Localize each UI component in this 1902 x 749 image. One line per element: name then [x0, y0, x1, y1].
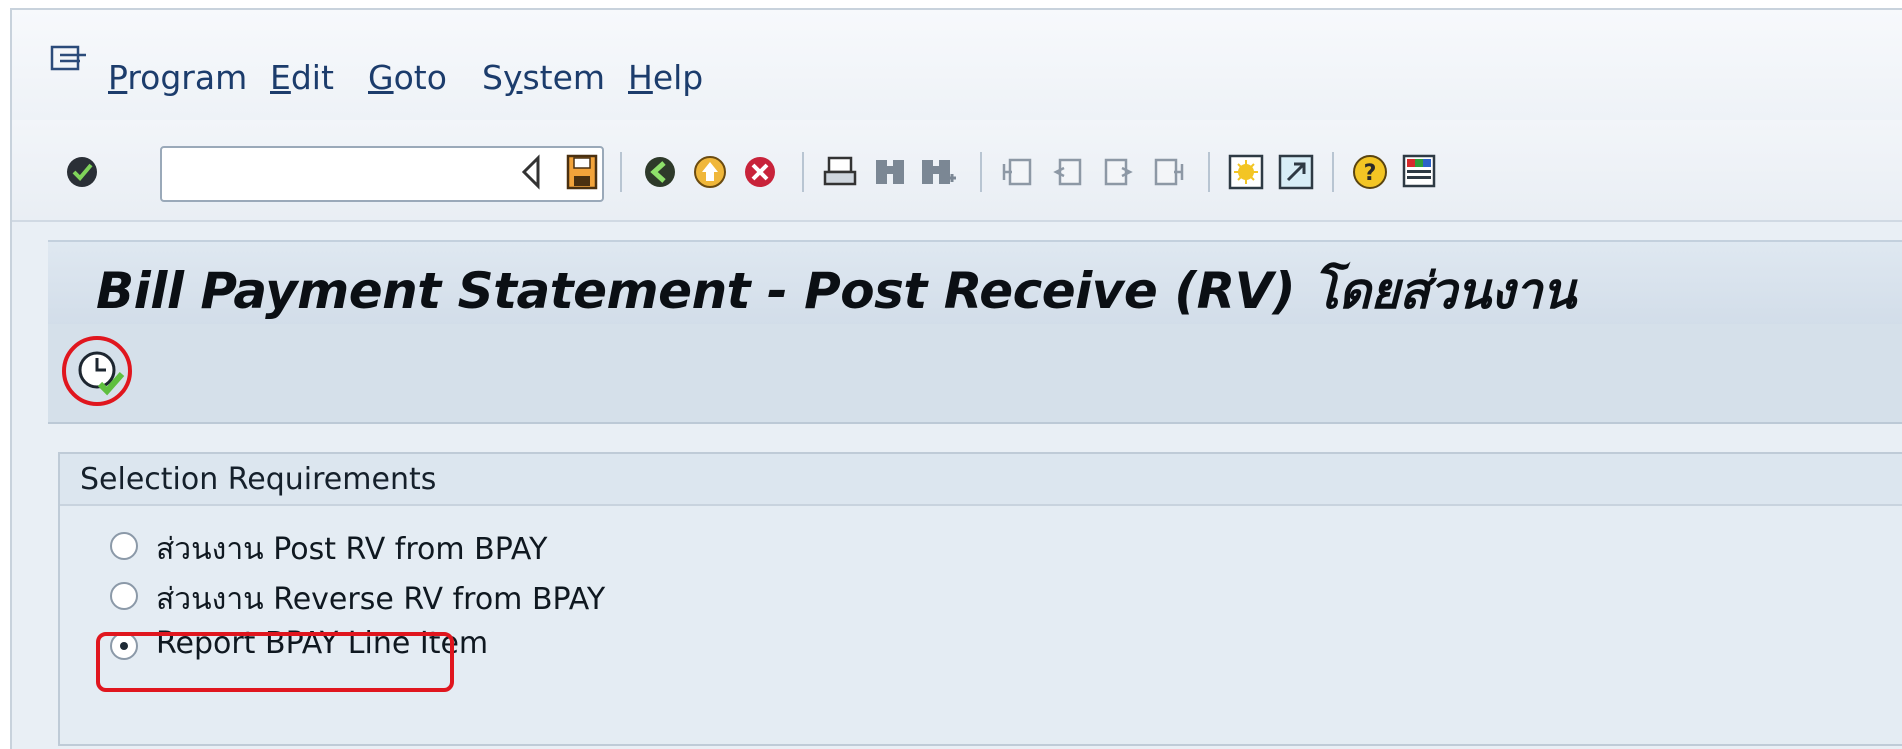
application-toolbar [48, 324, 1902, 424]
toolbar-separator [802, 152, 804, 192]
save-icon[interactable] [562, 150, 602, 194]
menu-bar: Program Edit Goto System Help [12, 10, 1902, 120]
menu-goto-label: oto [393, 58, 447, 97]
menu-help-label: elp [652, 58, 704, 97]
group-title: Selection Requirements [80, 462, 437, 497]
radio-button[interactable] [110, 582, 138, 610]
radio-label: ส่วนงาน Reverse RV from BPAY [156, 582, 606, 617]
screen-title-bar: Bill Payment Statement - Post Receive (R… [48, 240, 1902, 326]
menu-toggle-icon[interactable] [50, 45, 90, 79]
menu-goto[interactable]: Goto [368, 58, 447, 97]
layout-icon[interactable] [1400, 150, 1440, 194]
exit-icon[interactable] [690, 150, 730, 194]
menu-system-label: stem [522, 58, 606, 97]
menu-program-mnemonic: P [108, 58, 128, 97]
highlight-rectangle [96, 632, 454, 692]
svg-text:?: ? [1364, 161, 1377, 186]
page-title: Bill Payment Statement - Post Receive (R… [96, 262, 1576, 320]
radio-option-post-rv[interactable]: ส่วนงาน Post RV from BPAY [110, 524, 1010, 570]
highlight-circle [62, 336, 132, 406]
toolbar-separator [1332, 152, 1334, 192]
menu-program-label: rogram [127, 58, 248, 97]
enter-icon[interactable] [62, 150, 102, 194]
toolbar-separator [980, 152, 982, 192]
toolbar-separator [1208, 152, 1210, 192]
radio-button[interactable] [110, 532, 138, 560]
selection-groupbox: Selection Requirements ส่วนงาน Post RV f… [58, 452, 1902, 746]
help-icon[interactable]: ? [1350, 150, 1390, 194]
menu-program[interactable]: Program [108, 58, 247, 97]
standard-toolbar: ? [12, 120, 1902, 222]
print-icon[interactable] [820, 150, 860, 194]
last-page-icon[interactable] [1148, 150, 1188, 194]
menu-system[interactable]: System [482, 58, 605, 97]
back-icon[interactable] [640, 150, 680, 194]
menu-help-mnemonic: H [628, 58, 653, 97]
back-triangle-icon[interactable] [512, 150, 552, 194]
selection-group-header: Selection Requirements [60, 454, 1902, 506]
find-icon[interactable] [870, 150, 910, 194]
toolbar-separator [620, 152, 622, 192]
first-page-icon[interactable] [998, 150, 1038, 194]
shortcut-icon[interactable] [1276, 150, 1316, 194]
radio-option-reverse-rv[interactable]: ส่วนงาน Reverse RV from BPAY [110, 574, 1010, 620]
menu-edit-mnemonic: E [270, 58, 291, 97]
radio-label: ส่วนงาน Post RV from BPAY [156, 532, 548, 567]
find-next-icon[interactable] [918, 150, 958, 194]
previous-page-icon[interactable] [1048, 150, 1088, 194]
menu-system-prefix: S [482, 58, 503, 97]
menu-edit-label: dit [290, 58, 334, 97]
next-page-icon[interactable] [1098, 150, 1138, 194]
create-session-icon[interactable] [1226, 150, 1266, 194]
menu-help[interactable]: Help [628, 58, 703, 97]
cancel-icon[interactable] [740, 150, 780, 194]
menu-goto-mnemonic: G [368, 58, 394, 97]
menu-edit[interactable]: Edit [270, 58, 334, 97]
menu-system-mnemonic: y [502, 58, 523, 97]
sap-window: Program Edit Goto System Help ? Bill Pay… [10, 8, 1902, 749]
